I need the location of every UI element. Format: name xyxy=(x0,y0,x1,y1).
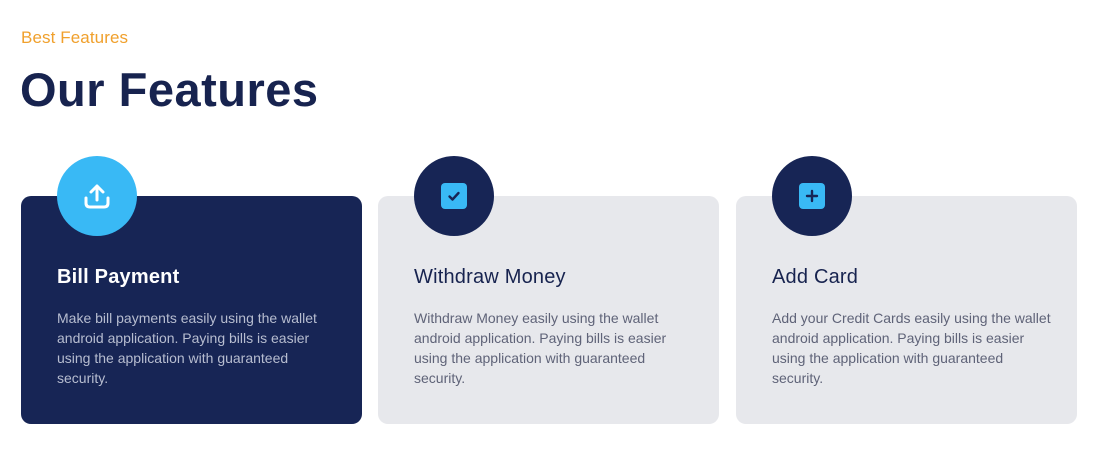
feature-title: Bill Payment xyxy=(57,266,180,288)
feature-badge xyxy=(414,156,494,236)
feature-badge xyxy=(772,156,852,236)
section-title: Our Features xyxy=(20,63,319,116)
section-eyebrow: Best Features xyxy=(21,28,129,47)
feature-description: Make bill payments easily using the wall… xyxy=(57,310,317,386)
feature-card-withdraw-money[interactable]: Withdraw Money Withdraw Money easily usi… xyxy=(378,156,719,424)
feature-card-add-card[interactable]: Add Card Add your Credit Cards easily us… xyxy=(736,156,1077,424)
feature-description: Add your Credit Cards easily using the w… xyxy=(772,310,1051,386)
feature-description: Withdraw Money easily using the wallet a… xyxy=(414,310,667,386)
feature-title: Withdraw Money xyxy=(414,266,566,288)
feature-card-bill-payment[interactable]: Bill Payment Make bill payments easily u… xyxy=(21,156,362,424)
checkbox-icon xyxy=(441,183,467,209)
add-square-icon xyxy=(799,183,825,209)
feature-title: Add Card xyxy=(772,266,859,288)
feature-badge xyxy=(57,156,137,236)
upload-icon xyxy=(84,184,110,209)
